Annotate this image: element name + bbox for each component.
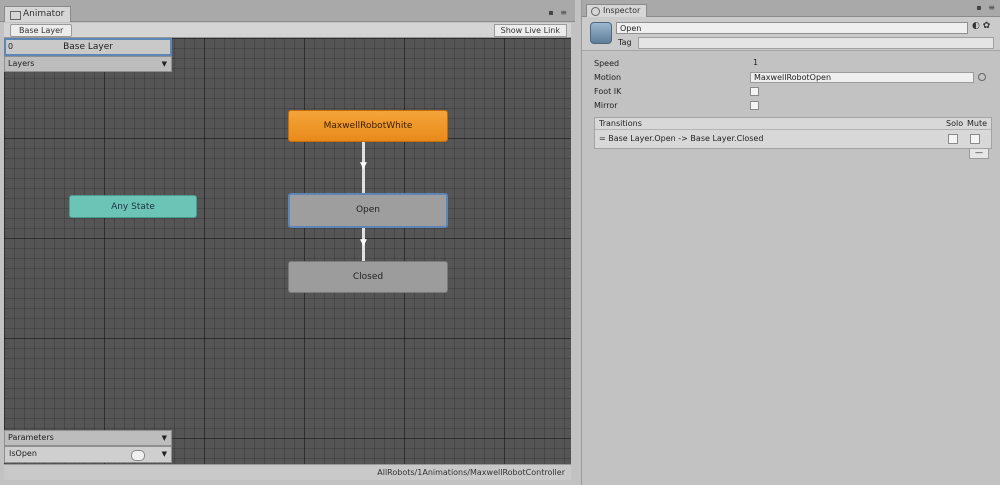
- parameter-name: IsOpen: [9, 449, 37, 458]
- speed-label: Speed: [594, 59, 620, 68]
- motion-field[interactable]: MaxwellRobotOpen: [750, 72, 974, 83]
- tag-label: Tag: [618, 38, 632, 47]
- inspector-icon: [591, 7, 600, 16]
- open-state-node[interactable]: Open: [288, 193, 448, 228]
- layer-name: Base Layer: [63, 42, 113, 52]
- any-state-node[interactable]: Any State: [69, 195, 197, 218]
- transition-arrow-icon: ▼: [360, 161, 367, 171]
- status-bar: AllRobots/1Animations/MaxwellRobotContro…: [4, 464, 571, 480]
- layers-panel: 0 Base Layer Layers ▼: [4, 38, 172, 74]
- remove-transition-button[interactable]: —: [969, 149, 989, 159]
- inspector-window: Inspector ▪ ≡ Open ◐ ✿ Tag Speed 1 Motio…: [581, 0, 1000, 485]
- solo-checkbox[interactable]: [948, 134, 958, 144]
- mirror-label: Mirror: [594, 101, 618, 110]
- chevron-down-icon: ▼: [161, 450, 167, 458]
- tag-field[interactable]: [638, 37, 994, 49]
- closed-state-node[interactable]: Closed: [288, 261, 448, 293]
- inspector-tab[interactable]: Inspector: [586, 4, 648, 17]
- help-settings-icon[interactable]: ◐ ✿: [972, 21, 990, 31]
- solo-header: Solo: [946, 119, 964, 128]
- state-icon: [590, 22, 612, 44]
- object-picker-icon[interactable]: [978, 73, 986, 81]
- foot-ik-checkbox[interactable]: [750, 87, 759, 96]
- transition-row[interactable]: = Base Layer.Open -> Base Layer.Closed: [595, 130, 991, 148]
- chevron-down-icon: ▼: [161, 60, 167, 68]
- show-live-link-button[interactable]: Show Live Link: [493, 24, 567, 37]
- animator-window: Animator ▪ ≡ Base Layer Show Live Link ▼…: [0, 0, 575, 485]
- layer-row-base[interactable]: 0 Base Layer: [4, 38, 172, 56]
- parameters-panel: Parameters ▼ IsOpen ▼: [4, 430, 172, 464]
- animator-tab-label: Animator: [23, 9, 65, 19]
- breadcrumb[interactable]: Base Layer: [10, 24, 73, 37]
- parameters-header-label: Parameters: [8, 433, 54, 442]
- inspector-header: Open ◐ ✿ Tag: [582, 17, 1000, 51]
- window-menu-icon[interactable]: ▪ ≡: [548, 8, 569, 17]
- default-state-node[interactable]: MaxwellRobotWhite: [288, 110, 448, 142]
- transition-arrow-icon: ▼: [360, 238, 367, 248]
- animator-tab[interactable]: Animator: [4, 6, 72, 22]
- transitions-header-label: Transitions: [599, 119, 642, 128]
- inspector-tabbar: Inspector ▪ ≡: [582, 0, 1000, 17]
- animator-tabbar: Animator ▪ ≡: [0, 0, 575, 22]
- state-name-field[interactable]: Open: [616, 22, 968, 34]
- speed-field[interactable]: 1: [750, 58, 982, 69]
- mirror-checkbox[interactable]: [750, 101, 759, 110]
- mute-header: Mute: [967, 119, 988, 128]
- foot-ik-label: Foot IK: [594, 87, 622, 96]
- animator-icon: [10, 11, 21, 20]
- motion-label: Motion: [594, 73, 622, 82]
- parameter-row[interactable]: IsOpen ▼: [4, 446, 172, 463]
- window-menu-icon[interactable]: ▪ ≡: [976, 3, 997, 12]
- state-machine-graph[interactable]: [4, 38, 571, 464]
- transitions-list: Transitions Solo Mute = Base Layer.Open …: [594, 117, 992, 149]
- controller-path: AllRobots/1Animations/MaxwellRobotContro…: [377, 468, 565, 477]
- parameters-header[interactable]: Parameters ▼: [4, 430, 172, 446]
- inspector-tab-label: Inspector: [603, 6, 641, 15]
- layers-header-label: Layers: [8, 59, 35, 68]
- mute-checkbox[interactable]: [970, 134, 980, 144]
- layers-header[interactable]: Layers ▼: [4, 56, 172, 72]
- animator-toolbar: Base Layer Show Live Link: [4, 23, 571, 38]
- transitions-header: Transitions Solo Mute: [595, 118, 991, 130]
- parameter-toggle[interactable]: [131, 450, 145, 461]
- chevron-down-icon: ▼: [161, 434, 167, 442]
- transition-row-label: = Base Layer.Open -> Base Layer.Closed: [599, 134, 764, 143]
